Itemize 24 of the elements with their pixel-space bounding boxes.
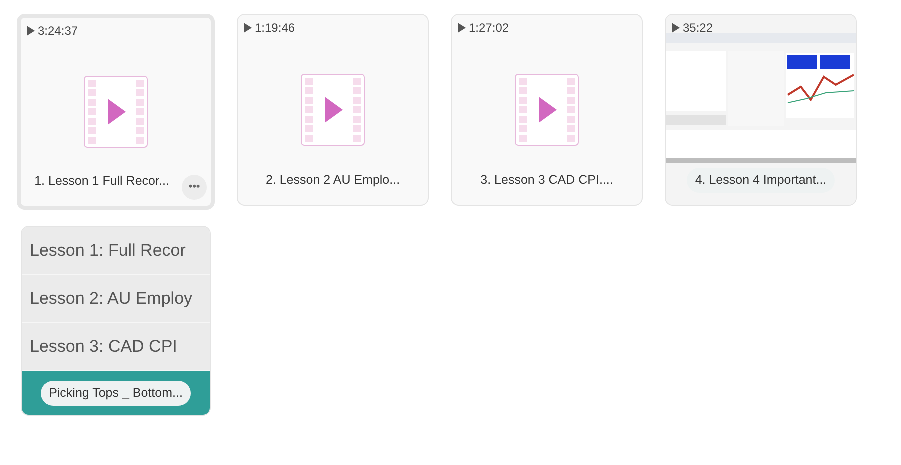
video-card[interactable]: Lesson 1: Full Recor Lesson 2: AU Employ Lesson 3: CAD CPI Picking Tops _ Bottom...: [21, 226, 211, 416]
video-card[interactable]: 1:19:46 2. Lesson 2 AU Emplo...: [237, 14, 429, 206]
duration-label: 1:19:46: [255, 20, 296, 37]
duration-label: 3:24:37: [38, 23, 78, 40]
lesson-row: Lesson 1: Full Recor: [22, 227, 210, 275]
video-title[interactable]: 2. Lesson 2 AU Emplo...: [258, 168, 408, 193]
play-icon: [244, 23, 252, 33]
play-icon: [27, 26, 35, 36]
lesson-row: Lesson 2: AU Employ: [22, 275, 210, 323]
video-title[interactable]: 3. Lesson 3 CAD CPI....: [472, 168, 622, 193]
play-icon: [672, 23, 680, 33]
more-button[interactable]: •••: [182, 175, 207, 200]
duration-label: 35:22: [683, 20, 714, 37]
video-title[interactable]: 4. Lesson 4 Important...: [687, 168, 835, 193]
video-title[interactable]: Picking Tops _ Bottom...: [41, 381, 191, 406]
video-file-icon: [301, 74, 365, 146]
play-icon: [458, 23, 466, 33]
video-file-icon: [84, 76, 148, 148]
duration-label: 1:27:02: [469, 20, 510, 37]
video-card[interactable]: 35:22 4. Lesson 4 Important...: [665, 14, 857, 206]
video-file-icon: [515, 74, 579, 146]
video-title[interactable]: 1. Lesson 1 Full Recor...: [26, 169, 178, 194]
video-card[interactable]: 1:27:02 3. Lesson 3 CAD CPI....: [451, 14, 643, 206]
video-card[interactable]: 3:24:37 1. Lesson 1 Full Recor... •••: [17, 14, 215, 210]
